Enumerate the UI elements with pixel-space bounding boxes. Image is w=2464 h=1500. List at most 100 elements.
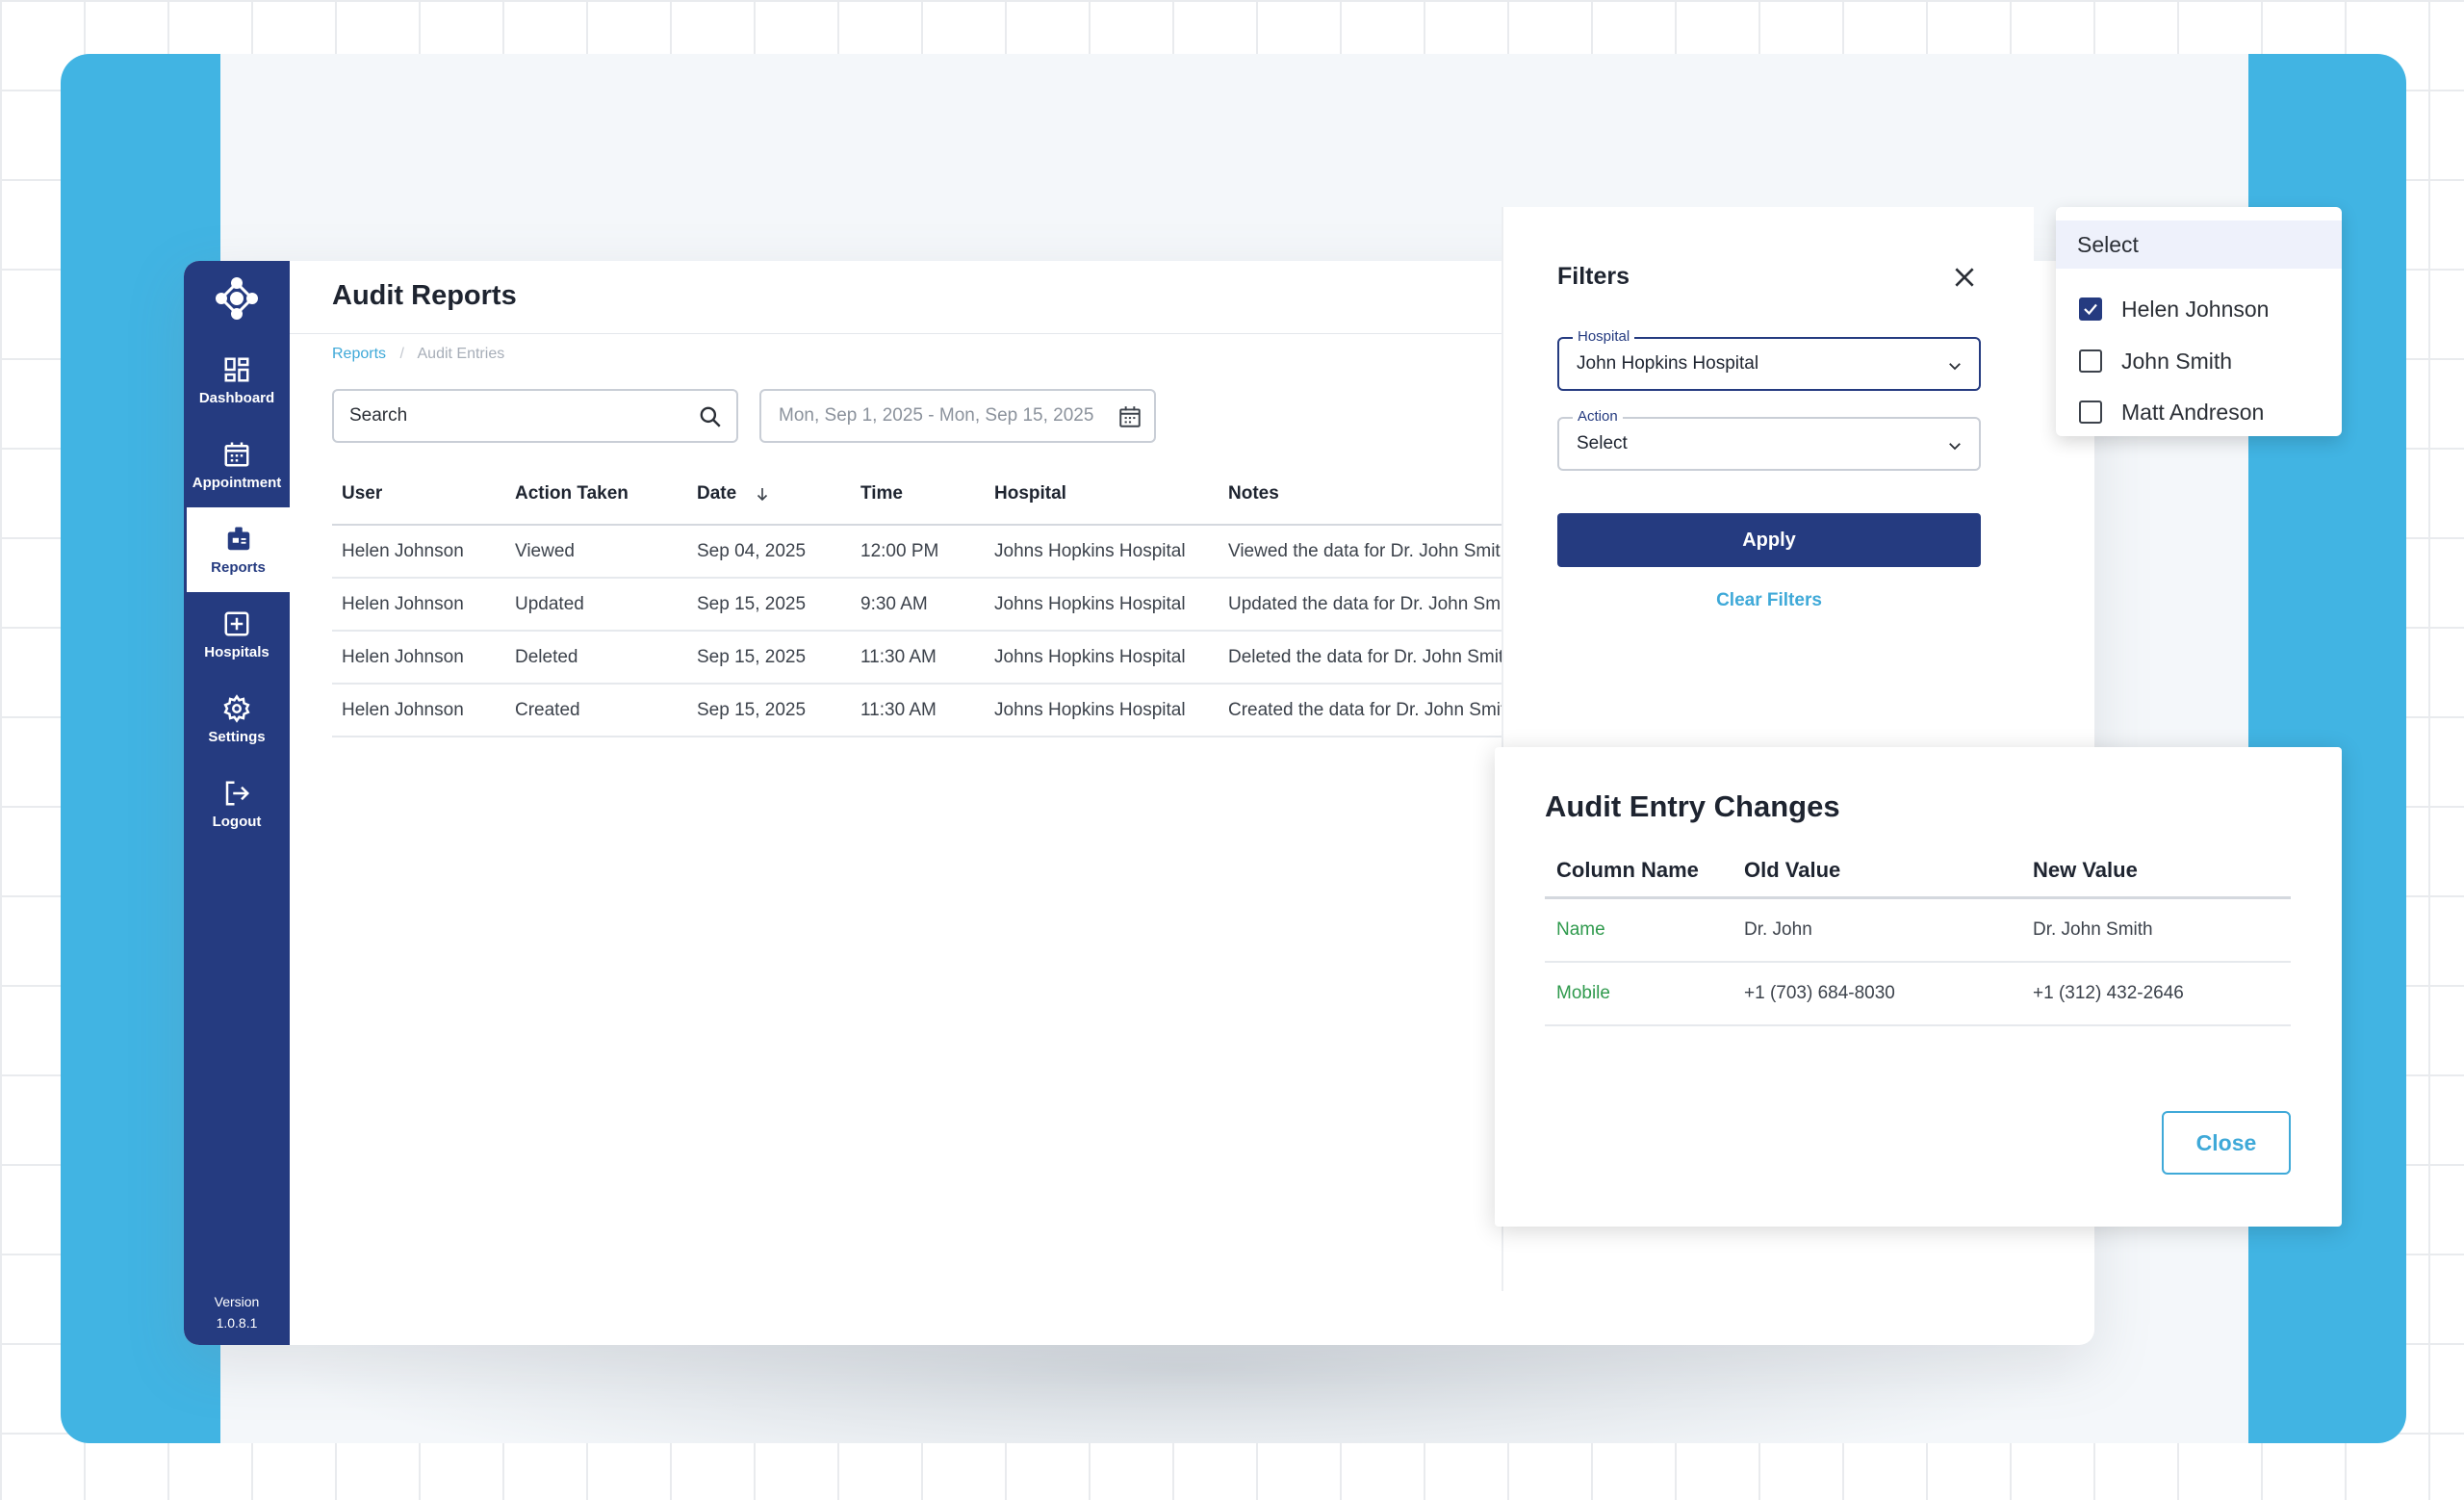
dropdown-option-matt-andreson[interactable]: Matt Andreson (2079, 393, 2264, 431)
calendar-icon (224, 442, 249, 466)
nav-logout[interactable]: Logout (184, 762, 290, 846)
close-icon[interactable] (1952, 265, 1977, 290)
checkbox-unchecked[interactable] (2079, 349, 2102, 373)
cell-time: 12:00 PM (860, 540, 939, 561)
user-dropdown: Select Helen Johnson John Smith Matt And… (2056, 207, 2342, 436)
close-button[interactable]: Close (2162, 1111, 2291, 1175)
title-divider (290, 333, 1685, 334)
cell-column-name: Name (1556, 919, 1605, 940)
cell-action: Viewed (515, 540, 575, 561)
option-label: Matt Andreson (2121, 399, 2265, 425)
clear-filters-link[interactable]: Clear Filters (1557, 590, 1981, 611)
search-input[interactable]: Search (332, 389, 738, 443)
arrow-down-icon[interactable] (754, 485, 771, 503)
gear-icon (223, 693, 250, 723)
cell-old-value: +1 (703) 684-8030 (1744, 983, 1895, 1003)
hospital-select-label: Hospital (1573, 328, 1635, 345)
breadcrumb-current: Audit Entries (417, 346, 505, 362)
table-row[interactable]: Helen Johnson Viewed Sep 04, 2025 12:00 … (332, 526, 1685, 579)
cell-notes: Deleted the data for Dr. John Smith (1228, 646, 1514, 667)
nav-logout-label: Logout (212, 813, 262, 830)
table-row: Name Dr. John Dr. John Smith (1545, 899, 2291, 963)
option-label: Helen Johnson (2121, 296, 2270, 322)
cell-hospital: Johns Hopkins Hospital (994, 540, 1186, 561)
chevron-down-icon (1949, 363, 1961, 371)
nav-dashboard[interactable]: Dashboard (184, 338, 290, 423)
page-title: Audit Reports (332, 280, 517, 311)
dashboard-icon (224, 357, 249, 381)
checkbox-checked[interactable] (2079, 297, 2102, 321)
cell-date: Sep 15, 2025 (697, 646, 807, 667)
action-select[interactable]: Action Select (1557, 408, 1981, 471)
dropdown-option-john-smith[interactable]: John Smith (2079, 342, 2232, 380)
breadcrumb: Reports / Audit Entries (332, 346, 504, 363)
col-header-date[interactable]: Date (697, 463, 771, 524)
col-header-time[interactable]: Time (860, 463, 903, 524)
dropdown-header[interactable]: Select (2056, 220, 2342, 269)
version-label: Version (214, 1294, 260, 1309)
col-header-notes[interactable]: Notes (1228, 463, 1279, 524)
table-header: User Action Taken Date Time Hospital Not… (332, 463, 1685, 526)
action-select-value: Select (1577, 433, 1628, 453)
col-header-action[interactable]: Action Taken (515, 463, 629, 524)
app-version: Version 1.0.8.1 (184, 1291, 290, 1333)
apply-button[interactable]: Apply (1557, 513, 1981, 567)
cell-notes: Viewed the data for Dr. John Smith (1228, 540, 1511, 561)
breadcrumb-reports-link[interactable]: Reports (332, 346, 386, 362)
cell-time: 9:30 AM (860, 593, 928, 614)
checkbox-unchecked[interactable] (2079, 401, 2102, 424)
nav-appointment-label: Appointment (192, 474, 282, 491)
nav-reports[interactable]: Reports (187, 507, 290, 592)
nav-hospitals[interactable]: Hospitals (184, 592, 290, 677)
cell-column-name: Mobile (1556, 983, 1610, 1003)
nav-appointment[interactable]: Appointment (184, 423, 290, 507)
hospital-select-value: John Hopkins Hospital (1577, 353, 1759, 374)
changes-table: Column Name Old Value New Value Name Dr.… (1545, 843, 2291, 1026)
date-range-value: Mon, Sep 1, 2025 - Mon, Sep 15, 2025 (779, 405, 1094, 426)
filters-title: Filters (1557, 263, 1630, 290)
cell-new-value: Dr. John Smith (2033, 919, 2153, 940)
cell-date: Sep 15, 2025 (697, 699, 807, 720)
logout-icon (225, 781, 250, 805)
app-logo-icon[interactable] (213, 274, 261, 323)
nav-dashboard-label: Dashboard (198, 389, 275, 406)
audit-changes-modal: Audit Entry Changes Column Name Old Valu… (1495, 747, 2342, 1227)
cell-user: Helen Johnson (342, 593, 464, 614)
cell-notes: Updated the data for Dr. John Smith (1228, 593, 1521, 614)
breadcrumb-separator: / (399, 346, 404, 362)
date-range-picker[interactable]: Mon, Sep 1, 2025 - Mon, Sep 15, 2025 (759, 389, 1156, 443)
table-row: Mobile +1 (703) 684-8030 +1 (312) 432-26… (1545, 963, 2291, 1026)
col-header-date-label: Date (697, 482, 737, 504)
table-row[interactable]: Helen Johnson Updated Sep 15, 2025 9:30 … (332, 579, 1685, 632)
nav-reports-label: Reports (211, 558, 266, 576)
cell-hospital: Johns Hopkins Hospital (994, 646, 1186, 667)
col-header-new-value: New Value (2033, 857, 2138, 882)
col-header-old-value: Old Value (1744, 857, 1841, 882)
cell-time: 11:30 AM (860, 646, 937, 667)
col-header-user[interactable]: User (342, 463, 382, 524)
cell-action: Created (515, 699, 580, 720)
action-select-label: Action (1573, 408, 1623, 425)
sidebar: Dashboard Appointment Reports Hospitals … (184, 261, 290, 1345)
hospital-select[interactable]: Hospital John Hopkins Hospital (1557, 328, 1981, 391)
cell-hospital: Johns Hopkins Hospital (994, 699, 1186, 720)
table-row[interactable]: Helen Johnson Created Sep 15, 2025 11:30… (332, 685, 1685, 737)
cell-old-value: Dr. John (1744, 919, 1812, 940)
dropdown-option-helen-johnson[interactable]: Helen Johnson (2079, 290, 2269, 328)
cell-hospital: Johns Hopkins Hospital (994, 593, 1186, 614)
table-row[interactable]: Helen Johnson Deleted Sep 15, 2025 11:30… (332, 632, 1685, 685)
search-icon[interactable] (698, 404, 723, 429)
modal-title: Audit Entry Changes (1545, 789, 1840, 823)
cell-user: Helen Johnson (342, 699, 464, 720)
calendar-icon[interactable] (1117, 404, 1142, 429)
search-placeholder: Search (349, 405, 408, 426)
reports-icon (227, 527, 249, 550)
cell-action: Deleted (515, 646, 578, 667)
chevron-down-icon (1949, 443, 1961, 451)
nav-settings[interactable]: Settings (184, 677, 290, 762)
nav-hospitals-label: Hospitals (204, 643, 270, 660)
cell-new-value: +1 (312) 432-2646 (2033, 983, 2184, 1003)
col-header-hospital[interactable]: Hospital (994, 463, 1066, 524)
checkmark-icon (2084, 303, 2097, 316)
cell-date: Sep 04, 2025 (697, 540, 807, 561)
